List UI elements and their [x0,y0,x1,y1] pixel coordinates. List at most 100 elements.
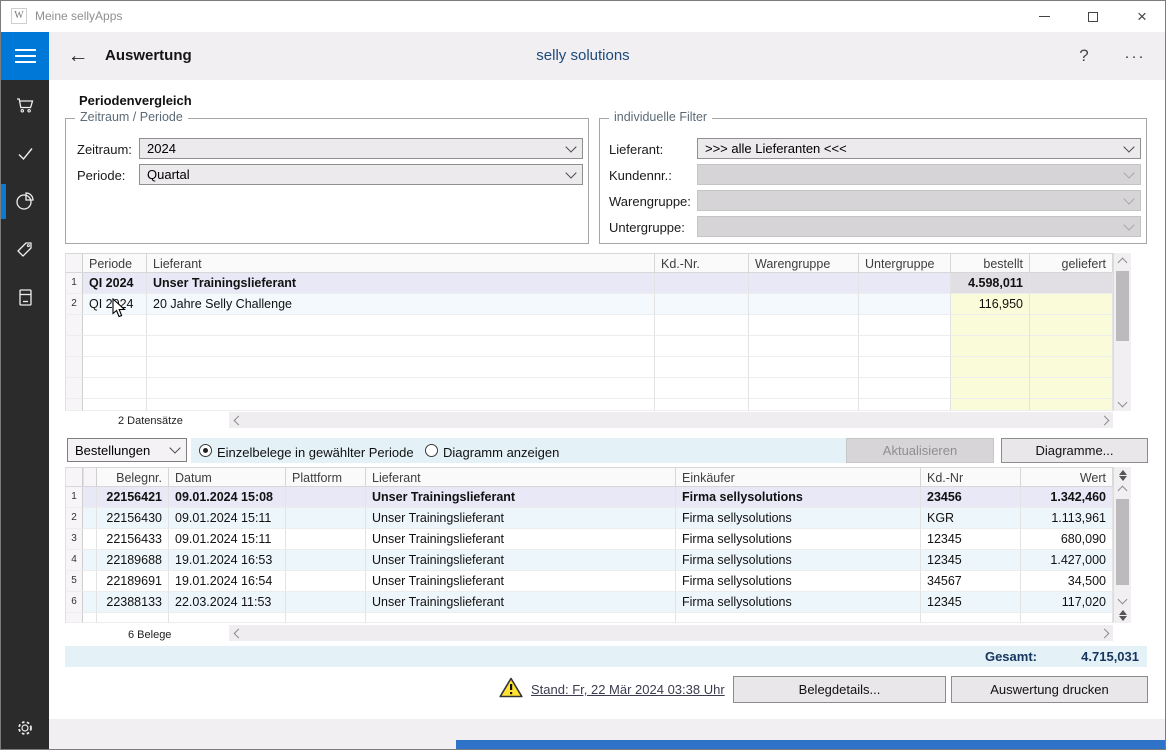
untergruppe-label: Untergruppe: [609,220,685,235]
sidebar-item-orders[interactable] [1,81,49,129]
help-icon: ? [1079,46,1088,66]
col-plattform[interactable]: Plattform [286,467,366,487]
col-kdnr[interactable]: Kd.-Nr [921,467,1021,487]
scroll-splitter-top[interactable] [1114,468,1131,482]
period-row-empty [65,399,1113,411]
col-geliefert[interactable]: geliefert [1030,253,1113,273]
radio-diagramm-label[interactable]: Diagramm anzeigen [443,445,559,460]
col-lieferant[interactable]: Lieferant [366,467,676,487]
detail-row-4[interactable]: 4 22189688 19.01.2024 16:53 Unser Traini… [65,550,1113,571]
doc-type-value: Bestellungen [75,443,150,458]
detail-row-2[interactable]: 2 22156430 09.01.2024 15:11 Unser Traini… [65,508,1113,529]
warengruppe-label: Warengruppe: [609,194,691,209]
col-belegnr[interactable]: Belegnr. [97,467,169,487]
maximize-button[interactable] [1070,1,1116,32]
scrollbar-thumb[interactable] [1116,499,1129,585]
check-icon [14,142,36,164]
scroll-right-button[interactable] [1097,625,1111,641]
radio-einzelbelege-label[interactable]: Einzelbelege in gewählter Periode [217,445,414,460]
lieferant-value: >>> alle Lieferanten <<< [705,141,847,156]
scroll-left-button[interactable] [231,625,245,641]
sidebar-item-offers[interactable] [1,225,49,273]
chevron-down-icon [1118,397,1128,407]
scroll-left-button[interactable] [231,412,245,428]
detail-table-scrollbar[interactable] [1113,467,1131,623]
print-report-button[interactable]: Auswertung drucken [951,676,1148,703]
scroll-up-button[interactable] [1114,255,1131,269]
chevron-down-icon [565,141,576,152]
radio-diagramm[interactable] [425,444,438,457]
col-einkaeufer[interactable]: Einkäufer [676,467,921,487]
charts-button[interactable]: Diagramme... [1001,438,1148,463]
minimize-icon [1039,16,1050,18]
untergruppe-select [697,216,1141,237]
col-datum[interactable]: Datum [169,467,286,487]
col-wert[interactable]: Wert [1021,467,1113,487]
total-value: 4.715,031 [1081,649,1139,664]
period-row-empty [65,378,1113,399]
period-row-2[interactable]: 2 QI 2024 20 Jahre Selly Challenge 116,9… [65,294,1113,315]
close-icon: × [1137,7,1147,27]
close-button[interactable]: × [1119,1,1165,32]
kundennr-label: Kundennr.: [609,168,672,183]
sidebar-item-catalog[interactable] [1,273,49,321]
period-table-hscrollbar[interactable] [229,412,1113,428]
zeitraum-value: 2024 [147,141,176,156]
scroll-down-button[interactable] [1114,395,1131,409]
bottom-blue-bar [456,740,1166,750]
periode-value: Quartal [147,167,190,182]
periode-select[interactable]: Quartal [139,164,583,185]
chevron-up-icon [1118,257,1128,267]
doc-type-select[interactable]: Bestellungen [67,438,187,462]
detail-row-5[interactable]: 5 22189691 19.01.2024 16:54 Unser Traini… [65,571,1113,592]
scroll-right-button[interactable] [1097,412,1111,428]
beleg-details-button[interactable]: Belegdetails... [733,676,946,703]
col-kdnr[interactable]: Kd.-Nr. [655,253,749,273]
minimize-button[interactable] [1021,1,1067,32]
detail-row-3[interactable]: 3 22156433 09.01.2024 15:11 Unser Traini… [65,529,1113,550]
help-button[interactable]: ? [1063,32,1105,80]
sidebar-item-tasks[interactable] [1,129,49,177]
chevron-down-icon [1123,219,1134,230]
section-title: Periodenvergleich [79,93,192,108]
col-warengruppe[interactable]: Warengruppe [749,253,859,273]
catalog-icon [14,286,36,308]
detail-table-hscrollbar[interactable] [229,625,1113,641]
sidebar-item-reports[interactable] [1,177,49,225]
period-table-header: Periode Lieferant Kd.-Nr. Warengruppe Un… [65,253,1113,273]
scroll-down-button[interactable] [1114,593,1131,606]
scrollbar-thumb[interactable] [1116,271,1129,341]
period-row-empty [65,357,1113,378]
total-bar: Gesamt: 4.715,031 [65,646,1147,667]
app-title: Meine sellyApps [35,1,122,32]
chevron-down-icon [1123,141,1134,152]
chevron-left-icon [233,415,243,425]
detail-row-6[interactable]: 6 22388133 22.03.2024 11:53 Unser Traini… [65,592,1113,613]
col-bestellt[interactable]: bestellt [951,253,1030,273]
scroll-up-button[interactable] [1114,484,1131,497]
pie-chart-icon [14,190,36,212]
radio-einzelbelege[interactable] [199,444,212,457]
tag-icon [14,238,36,260]
col-periode[interactable]: Periode [83,253,147,273]
title-bar [1,1,1165,33]
col-lieferant[interactable]: Lieferant [147,253,655,273]
col-untergruppe[interactable]: Untergruppe [859,253,951,273]
sidebar-item-settings[interactable] [1,704,49,750]
chevron-down-icon [1123,193,1134,204]
back-button[interactable]: ← [57,32,99,80]
menu-button[interactable] [1,32,49,80]
scroll-splitter-bottom[interactable] [1114,608,1131,622]
period-filter-legend: Zeitraum / Periode [75,110,188,124]
gear-icon [14,717,36,739]
lieferant-select[interactable]: >>> alle Lieferanten <<< [697,138,1141,159]
status-link[interactable]: Stand: Fr, 22 Mär 2024 03:38 Uhr [531,682,725,697]
period-row-1[interactable]: 1 QI 2024 Unser Trainingslieferant 4.598… [65,273,1113,294]
detail-row-1[interactable]: 1 22156421 09.01.2024 15:08 Unser Traini… [65,487,1113,508]
period-table-scrollbar[interactable] [1113,253,1131,411]
more-menu-button[interactable]: ··· [1111,32,1159,80]
zeitraum-select[interactable]: 2024 [139,138,583,159]
chevron-up-icon [1118,486,1128,496]
zeitraum-label: Zeitraum: [77,142,132,157]
chevron-down-icon [1118,595,1128,605]
